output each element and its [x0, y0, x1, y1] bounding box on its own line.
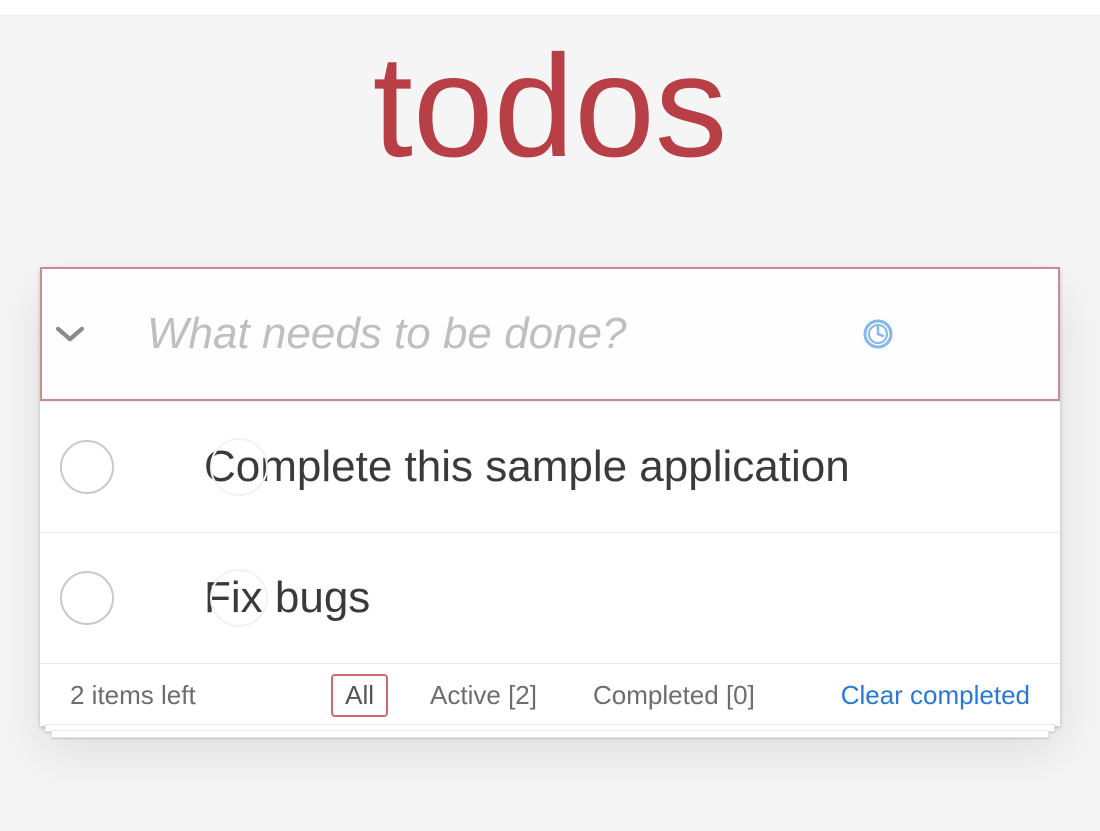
chevron-down-icon [42, 323, 97, 345]
todo-list: Complete this sample application Fix bug… [40, 401, 1060, 663]
toggle-all-button[interactable] [42, 323, 97, 345]
filter-completed[interactable]: Completed [0] [579, 674, 769, 717]
app-title: todos [0, 16, 1100, 197]
new-todo-input[interactable] [97, 309, 858, 359]
filter-active[interactable]: Active [2] [416, 674, 551, 717]
todo-label[interactable]: Complete this sample application [114, 442, 850, 492]
todo-item: Complete this sample application [40, 401, 1060, 532]
new-todo-row [40, 267, 1060, 401]
todo-toggle[interactable] [60, 571, 114, 625]
footer: 2 items left All Active [2] Completed [0… [40, 663, 1060, 726]
browser-top-edge [0, 0, 1100, 16]
todo-toggle[interactable] [60, 440, 114, 494]
clear-completed-link[interactable]: Clear completed [841, 680, 1030, 711]
filter-all[interactable]: All [331, 674, 388, 717]
todo-label[interactable]: Fix bugs [114, 573, 370, 623]
todo-item: Fix bugs [40, 532, 1060, 663]
todo-app: Complete this sample application Fix bug… [40, 267, 1060, 726]
clock-icon[interactable] [858, 314, 898, 354]
